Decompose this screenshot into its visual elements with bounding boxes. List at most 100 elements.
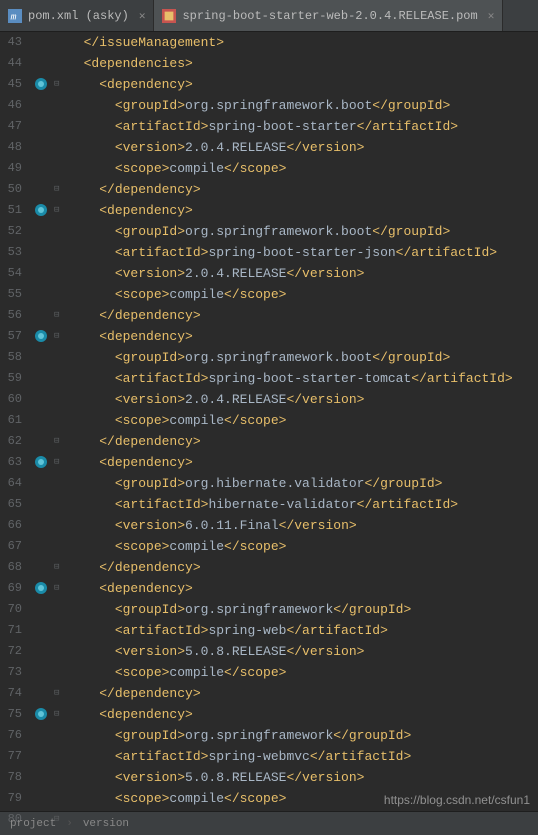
line-number: 79 xyxy=(0,788,22,809)
code-line[interactable]: <groupId>org.springframework</groupId> xyxy=(68,725,538,746)
code-area[interactable]: </issueManagement> <dependencies> <depen… xyxy=(68,32,538,811)
code-line[interactable]: <artifactId>spring-boot-starter-tomcat</… xyxy=(68,368,538,389)
code-editor[interactable]: 4344454647484950515253545556575859606162… xyxy=(0,32,538,811)
fold-icon[interactable]: ⊟ xyxy=(54,562,64,572)
code-line[interactable]: </dependency> xyxy=(68,179,538,200)
code-line[interactable]: <artifactId>spring-boot-starter</artifac… xyxy=(68,116,538,137)
code-line[interactable]: <artifactId>spring-boot-starter-json</ar… xyxy=(68,242,538,263)
dependency-icon[interactable] xyxy=(34,77,48,91)
code-line[interactable]: <scope>compile</scope> xyxy=(68,158,538,179)
line-number: 72 xyxy=(0,641,22,662)
code-line[interactable]: <dependency> xyxy=(68,326,538,347)
watermark: https://blog.csdn.net/csfun1 xyxy=(384,793,530,807)
svg-text:m: m xyxy=(11,11,17,22)
code-line[interactable]: <groupId>org.springframework.boot</group… xyxy=(68,95,538,116)
line-number: 48 xyxy=(0,137,22,158)
code-line[interactable]: </dependency> xyxy=(68,683,538,704)
line-number: 57 xyxy=(0,326,22,347)
code-line[interactable]: </dependency> xyxy=(68,431,538,452)
fold-icon[interactable]: ⊟ xyxy=(54,709,64,719)
code-line[interactable]: <scope>compile</scope> xyxy=(68,536,538,557)
line-number: 74 xyxy=(0,683,22,704)
line-number: 67 xyxy=(0,536,22,557)
editor-tabs: m pom.xml (asky) ✕ spring-boot-starter-w… xyxy=(0,0,538,32)
code-line[interactable]: <dependencies> xyxy=(68,53,538,74)
line-number: 54 xyxy=(0,263,22,284)
dependency-icon[interactable] xyxy=(34,581,48,595)
fold-icon[interactable]: ⊟ xyxy=(54,583,64,593)
code-line[interactable]: <version>5.0.8.RELEASE</version> xyxy=(68,767,538,788)
dependency-icon[interactable] xyxy=(34,203,48,217)
code-line[interactable]: <version>2.0.4.RELEASE</version> xyxy=(68,263,538,284)
fold-icon[interactable]: ⊟ xyxy=(54,814,64,824)
line-number: 69 xyxy=(0,578,22,599)
code-line[interactable]: </dependency> xyxy=(68,809,538,811)
code-line[interactable]: <groupId>org.springframework.boot</group… xyxy=(68,347,538,368)
code-line[interactable]: <dependency> xyxy=(68,200,538,221)
code-line[interactable]: <dependency> xyxy=(68,452,538,473)
line-number: 46 xyxy=(0,95,22,116)
tab-label: pom.xml (asky) xyxy=(28,9,129,23)
dependency-icon[interactable] xyxy=(34,329,48,343)
line-number: 78 xyxy=(0,767,22,788)
line-number: 64 xyxy=(0,473,22,494)
line-number: 65 xyxy=(0,494,22,515)
tab-pom-asky[interactable]: m pom.xml (asky) ✕ xyxy=(0,0,154,31)
code-line[interactable]: </dependency> xyxy=(68,305,538,326)
line-number: 77 xyxy=(0,746,22,767)
line-number: 47 xyxy=(0,116,22,137)
fold-icon[interactable]: ⊟ xyxy=(54,184,64,194)
gutter-icons: ⊟⊟⊟⊟⊟⊟⊟⊟⊟⊟⊟⊟ xyxy=(28,32,68,811)
line-number: 70 xyxy=(0,599,22,620)
line-number: 51 xyxy=(0,200,22,221)
line-number: 59 xyxy=(0,368,22,389)
fold-icon[interactable]: ⊟ xyxy=(54,79,64,89)
code-line[interactable]: <dependency> xyxy=(68,578,538,599)
breadcrumb[interactable]: project › version xyxy=(0,811,538,835)
line-number: 45 xyxy=(0,74,22,95)
fold-icon[interactable]: ⊟ xyxy=(54,457,64,467)
chevron-right-icon: › xyxy=(66,818,73,830)
code-line[interactable]: <groupId>org.springframework</groupId> xyxy=(68,599,538,620)
line-number: 75 xyxy=(0,704,22,725)
code-line[interactable]: <version>2.0.4.RELEASE</version> xyxy=(68,137,538,158)
tab-spring-pom[interactable]: spring-boot-starter-web-2.0.4.RELEASE.po… xyxy=(154,0,503,31)
line-number: 73 xyxy=(0,662,22,683)
fold-icon[interactable]: ⊟ xyxy=(54,331,64,341)
close-icon[interactable]: ✕ xyxy=(488,9,495,23)
breadcrumb-item[interactable]: version xyxy=(83,818,129,830)
line-number-gutter: 4344454647484950515253545556575859606162… xyxy=(0,32,28,811)
code-line[interactable]: <dependency> xyxy=(68,74,538,95)
code-line[interactable]: <artifactId>spring-web</artifactId> xyxy=(68,620,538,641)
fold-icon[interactable]: ⊟ xyxy=(54,688,64,698)
line-number: 50 xyxy=(0,179,22,200)
code-line[interactable]: <groupId>org.hibernate.validator</groupI… xyxy=(68,473,538,494)
pom-icon xyxy=(162,9,176,23)
code-line[interactable]: <scope>compile</scope> xyxy=(68,662,538,683)
line-number: 76 xyxy=(0,725,22,746)
fold-icon[interactable]: ⊟ xyxy=(54,436,64,446)
line-number: 53 xyxy=(0,242,22,263)
line-number: 56 xyxy=(0,305,22,326)
code-line[interactable]: <dependency> xyxy=(68,704,538,725)
line-number: 49 xyxy=(0,158,22,179)
code-line[interactable]: </dependency> xyxy=(68,557,538,578)
line-number: 55 xyxy=(0,284,22,305)
breadcrumb-item[interactable]: project xyxy=(10,818,56,830)
code-line[interactable]: </issueManagement> xyxy=(68,32,538,53)
code-line[interactable]: <scope>compile</scope> xyxy=(68,410,538,431)
code-line[interactable]: <version>6.0.11.Final</version> xyxy=(68,515,538,536)
code-line[interactable]: <version>5.0.8.RELEASE</version> xyxy=(68,641,538,662)
close-icon[interactable]: ✕ xyxy=(139,9,146,23)
line-number: 71 xyxy=(0,620,22,641)
dependency-icon[interactable] xyxy=(34,707,48,721)
code-line[interactable]: <artifactId>spring-webmvc</artifactId> xyxy=(68,746,538,767)
fold-icon[interactable]: ⊟ xyxy=(54,310,64,320)
fold-icon[interactable]: ⊟ xyxy=(54,205,64,215)
code-line[interactable]: <version>2.0.4.RELEASE</version> xyxy=(68,389,538,410)
code-line[interactable]: <scope>compile</scope> xyxy=(68,284,538,305)
code-line[interactable]: <artifactId>hibernate-validator</artifac… xyxy=(68,494,538,515)
code-line[interactable]: <groupId>org.springframework.boot</group… xyxy=(68,221,538,242)
dependency-icon[interactable] xyxy=(34,455,48,469)
line-number: 43 xyxy=(0,32,22,53)
